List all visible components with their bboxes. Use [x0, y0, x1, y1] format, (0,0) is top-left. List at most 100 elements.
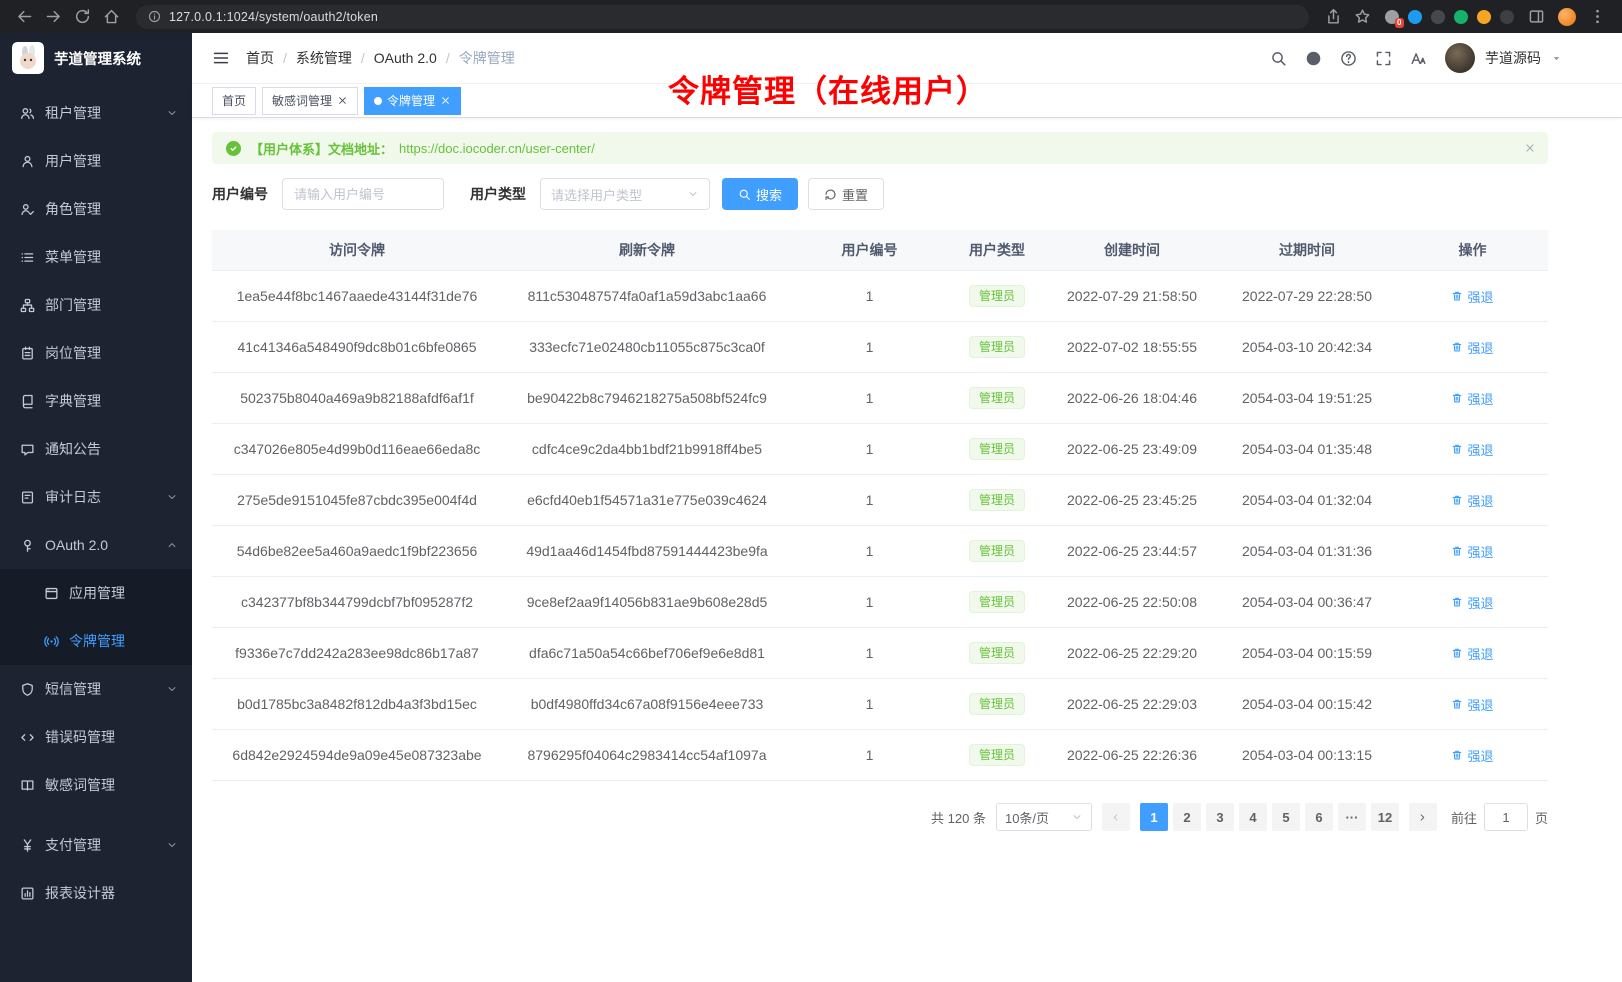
breadcrumb-item[interactable]: 系统管理	[296, 48, 352, 68]
forward-icon[interactable]	[45, 8, 62, 25]
back-icon[interactable]	[16, 8, 33, 25]
user-avatar[interactable]	[1445, 43, 1475, 73]
search-icon[interactable]	[1270, 50, 1287, 67]
sidebar-item-audit-log[interactable]: 审计日志	[0, 473, 192, 521]
browser-menu-icon[interactable]	[1589, 8, 1606, 25]
view-tab[interactable]: 首页	[212, 87, 256, 115]
sidebar-item-oauth2-application[interactable]: 应用管理	[0, 569, 192, 617]
sidebar-item-dept[interactable]: 部门管理	[0, 281, 192, 329]
sidebar-item-tenant[interactable]: 租户管理	[0, 89, 192, 137]
page: 127.0.0.1:1024/system/oauth2/token 0 芋道管…	[0, 0, 1622, 982]
next-page-button[interactable]	[1409, 803, 1437, 831]
extension-badge: 0	[1395, 18, 1404, 28]
sidebar-item-oauth2-token[interactable]: 令牌管理	[0, 617, 192, 665]
user-type-tag: 管理员	[969, 693, 1025, 715]
prev-page-button[interactable]	[1102, 803, 1130, 831]
sidebar-item-report-designer[interactable]: 报表设计器	[0, 869, 192, 917]
dark-extension-icon[interactable]	[1431, 10, 1445, 24]
sidebar-item-label: 错误码管理	[45, 727, 178, 747]
sidebar-item-label: 应用管理	[69, 583, 178, 603]
browser-profile-avatar[interactable]	[1558, 8, 1576, 26]
sidebar-item-role[interactable]: 角色管理	[0, 185, 192, 233]
font-size-icon[interactable]	[1410, 50, 1427, 67]
github-icon[interactable]	[1305, 50, 1322, 67]
alert-text: 【用户体系】文档地址：	[250, 139, 393, 158]
force-logout-label: 强退	[1467, 644, 1493, 663]
column-header: 访问令牌	[212, 230, 502, 271]
force-logout-button[interactable]: 强退	[1451, 389, 1493, 408]
colorful-extension-icon[interactable]	[1477, 10, 1491, 24]
force-logout-button[interactable]: 强退	[1451, 440, 1493, 459]
home-icon[interactable]	[103, 8, 120, 25]
sidebar-item-error-code[interactable]: 错误码管理	[0, 713, 192, 761]
green-extension-icon[interactable]	[1454, 10, 1468, 24]
page-button-5[interactable]: 5	[1272, 803, 1300, 831]
alert-close-icon[interactable]	[1524, 142, 1536, 154]
side-panel-icon[interactable]	[1528, 8, 1545, 25]
share-icon[interactable]	[1325, 8, 1342, 25]
trash-icon	[1451, 392, 1463, 404]
info-icon[interactable]	[148, 10, 161, 23]
twitter-extension-icon[interactable]	[1408, 10, 1422, 24]
breadcrumb-item[interactable]: OAuth 2.0	[374, 50, 437, 66]
extension-icon[interactable]: 0	[1385, 10, 1399, 24]
tab-close-icon[interactable]	[440, 95, 451, 106]
view-tab[interactable]: 令牌管理	[364, 87, 461, 115]
force-logout-button[interactable]: 强退	[1451, 593, 1493, 612]
sidebar-item-sms[interactable]: 短信管理	[0, 665, 192, 713]
force-logout-button[interactable]: 强退	[1451, 542, 1493, 561]
app-logo[interactable]: 芋道管理系统	[0, 33, 192, 83]
sidebar-item-menu[interactable]: 菜单管理	[0, 233, 192, 281]
sidebar-item-user[interactable]: 用户管理	[0, 137, 192, 185]
expire-time-cell: 2054-03-04 00:36:47	[1217, 577, 1397, 628]
create-time-cell: 2022-06-25 23:49:09	[1047, 424, 1217, 475]
table-row: f9336e7c7dd242a283ee98dc86b17a87dfa6c71a…	[212, 628, 1548, 679]
user-id-input[interactable]	[282, 178, 444, 210]
force-logout-button[interactable]: 强退	[1451, 491, 1493, 510]
reset-button[interactable]: 重置	[808, 178, 884, 210]
user-type-select[interactable]: 请选择用户类型	[540, 178, 710, 210]
jump-prefix-label: 前往	[1451, 808, 1477, 827]
page-button-2[interactable]: 2	[1173, 803, 1201, 831]
sidebar-item-sensitive-word[interactable]: 敏感词管理	[0, 761, 192, 809]
sidebar-item-label: OAuth 2.0	[45, 537, 156, 553]
force-logout-button[interactable]: 强退	[1451, 695, 1493, 714]
force-logout-button[interactable]: 强退	[1451, 287, 1493, 306]
sidebar-item-pay[interactable]: 支付管理	[0, 821, 192, 869]
page-ellipsis[interactable]: ···	[1338, 803, 1366, 831]
page-size-select[interactable]: 10条/页	[996, 803, 1092, 831]
page-button-3[interactable]: 3	[1206, 803, 1234, 831]
page-button-12[interactable]: 12	[1371, 803, 1399, 831]
alert-link[interactable]: https://doc.iocoder.cn/user-center/	[399, 141, 595, 156]
fullscreen-icon[interactable]	[1375, 50, 1392, 67]
users-icon	[20, 106, 35, 121]
tab-close-icon[interactable]	[337, 95, 348, 106]
help-icon[interactable]	[1340, 50, 1357, 67]
refresh-token-cell: e6cfd40eb1f54571a31e775e039c4624	[502, 475, 792, 526]
page-jump-input[interactable]	[1484, 803, 1528, 831]
force-logout-button[interactable]: 强退	[1451, 746, 1493, 765]
sidebar-item-label: 通知公告	[45, 439, 178, 459]
paw-extension-icon[interactable]	[1500, 10, 1514, 24]
breadcrumb-item[interactable]: 首页	[246, 48, 274, 68]
sidebar-item-dict[interactable]: 字典管理	[0, 377, 192, 425]
page-button-4[interactable]: 4	[1239, 803, 1267, 831]
page-button-1[interactable]: 1	[1140, 803, 1168, 831]
hamburger-menu-icon[interactable]	[212, 49, 230, 67]
bookmark-star-icon[interactable]	[1354, 8, 1371, 25]
force-logout-button[interactable]: 强退	[1451, 338, 1493, 357]
force-logout-button[interactable]: 强退	[1451, 644, 1493, 663]
sidebar-item-oauth2[interactable]: OAuth 2.0	[0, 521, 192, 569]
sidebar-item-label: 令牌管理	[69, 631, 178, 651]
search-button[interactable]: 搜索	[722, 178, 798, 210]
url-bar[interactable]: 127.0.0.1:1024/system/oauth2/token	[136, 5, 1309, 29]
reload-icon[interactable]	[74, 8, 91, 25]
user-name[interactable]: 芋道源码	[1485, 48, 1541, 68]
caret-down-icon[interactable]	[1551, 53, 1562, 64]
refresh-token-cell: dfa6c71a50a54c66bef706ef9e6e8d81	[502, 628, 792, 679]
user-type-tag: 管理员	[969, 336, 1025, 358]
sidebar-item-notice[interactable]: 通知公告	[0, 425, 192, 473]
sidebar-item-post[interactable]: 岗位管理	[0, 329, 192, 377]
page-button-6[interactable]: 6	[1305, 803, 1333, 831]
view-tab[interactable]: 敏感词管理	[262, 87, 358, 115]
